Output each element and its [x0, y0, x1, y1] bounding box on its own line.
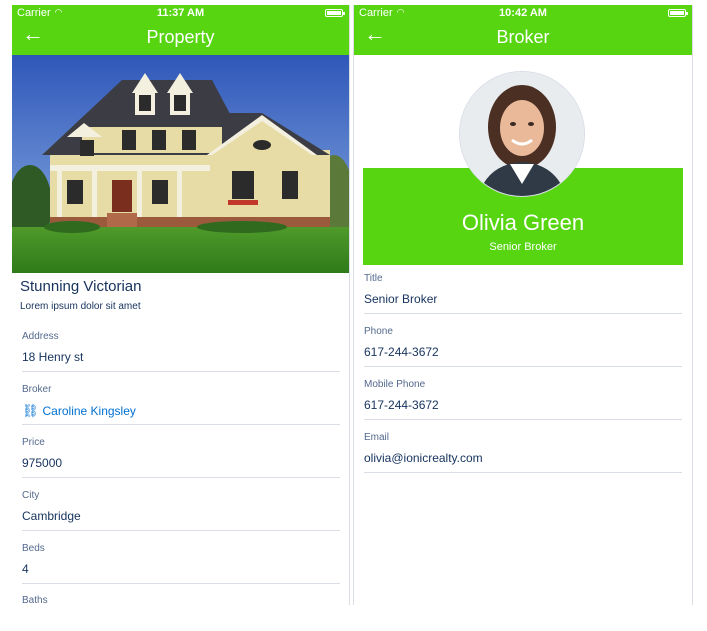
broker-link-text[interactable]: Caroline Kingsley	[43, 404, 136, 418]
page-title: Broker	[496, 27, 550, 47]
phone-number[interactable]: 617-244-3672	[364, 345, 682, 359]
field-label: City	[22, 490, 40, 501]
field-label: Mobile Phone	[364, 379, 426, 390]
clock: 11:37 AM	[156, 7, 205, 19]
mobile-phone-number[interactable]: 617-244-3672	[364, 398, 682, 412]
broker-screen: Carrier ◠ 10:42 AM ← Broker Olivia Green …	[353, 5, 693, 605]
field-mobile-phone: Mobile Phone 617-244-3672	[364, 379, 682, 420]
status-bar: Carrier ◠ 10:42 AM	[354, 7, 692, 21]
field-phone: Phone 617-244-3672	[364, 326, 682, 367]
field-value: 975000	[22, 456, 63, 470]
field-label: Title	[364, 273, 383, 284]
field-label: Address	[22, 331, 59, 342]
battery-icon	[325, 9, 345, 17]
page-title: Property	[146, 27, 215, 47]
field-value: Senior Broker	[364, 292, 438, 306]
clock: 10:42 AM	[499, 7, 547, 19]
field-label: Beds	[22, 543, 45, 554]
property-photo	[12, 55, 349, 273]
property-screen: Carrier ◠ 11:37 AM ← Property Stunning V…	[12, 5, 350, 605]
field-broker: Broker ⛓ Caroline Kingsley	[22, 384, 340, 425]
field-address: Address 18 Henry st	[22, 331, 340, 372]
field-baths: Baths	[22, 595, 340, 605]
field-label: Price	[22, 437, 45, 448]
navbar: Carrier ◠ 11:37 AM ← Property	[12, 5, 349, 55]
field-value: 18 Henry st	[22, 350, 84, 364]
broker-name: Olivia Green	[461, 210, 585, 235]
field-label: Email	[364, 432, 390, 443]
field-value: 4	[22, 562, 29, 576]
field-price: Price 975000	[22, 437, 340, 478]
field-label: Broker	[22, 384, 52, 395]
property-description: Lorem ipsum dolor sit amet	[20, 301, 141, 312]
navbar: Carrier ◠ 10:42 AM ← Broker	[354, 5, 692, 55]
email-address[interactable]: olivia@ionicrealty.com	[364, 451, 682, 465]
avatar	[460, 72, 584, 196]
link-icon: ⛓	[22, 403, 39, 418]
broker-link[interactable]: ⛓ Caroline Kingsley	[22, 403, 340, 419]
field-city: City Cambridge	[22, 490, 340, 531]
field-beds: Beds 4	[22, 543, 340, 584]
field-label: Phone	[364, 326, 393, 337]
field-title: Title Senior Broker	[364, 273, 682, 314]
broker-role: Senior Broker	[489, 241, 557, 253]
property-title: Stunning Victorian	[20, 278, 142, 295]
field-label: Baths	[22, 595, 48, 605]
status-bar: Carrier ◠ 11:37 AM	[12, 7, 349, 21]
field-email: Email olivia@ionicrealty.com	[364, 432, 682, 473]
field-value: Cambridge	[22, 509, 81, 523]
battery-icon	[668, 9, 688, 17]
